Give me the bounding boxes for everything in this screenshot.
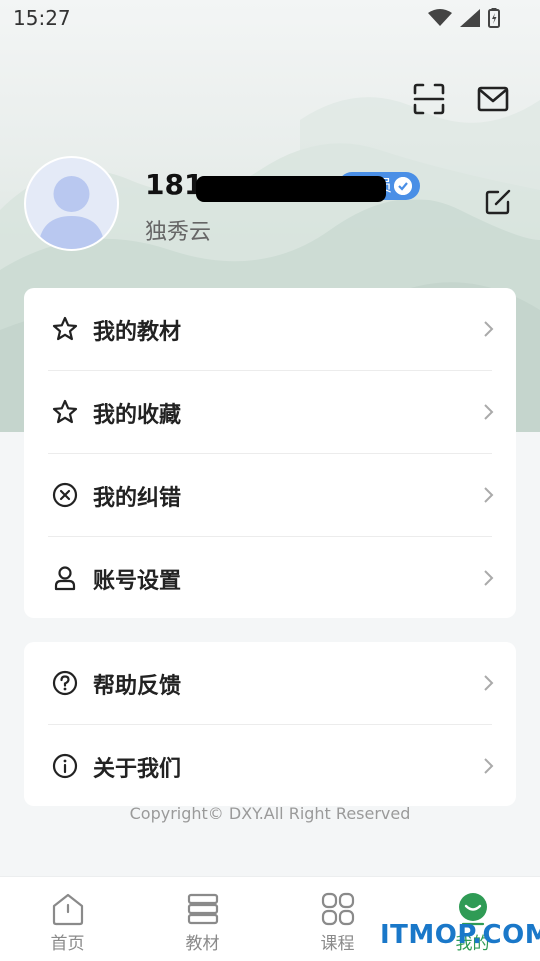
star-icon xyxy=(52,316,78,341)
menu-item-help-feedback[interactable]: 帮助反馈 xyxy=(24,642,516,724)
chevron-right-icon xyxy=(484,758,494,774)
watermark-text: ITMOP.COM xyxy=(380,920,540,950)
menu-item-label: 帮助反馈 xyxy=(93,674,182,699)
tab-textbooks[interactable]: 教材 xyxy=(135,877,270,961)
verified-icon xyxy=(394,177,412,195)
menu-item-label: 关于我们 xyxy=(93,757,182,782)
edit-icon[interactable] xyxy=(484,188,512,216)
menu-item-label: 我的收藏 xyxy=(93,403,182,428)
grid-icon xyxy=(321,892,354,926)
menu-item-my-favorites[interactable]: 我的收藏 xyxy=(24,371,516,453)
organization-name: 独秀云 xyxy=(145,220,212,245)
chevron-right-icon xyxy=(484,487,494,503)
menu-item-account-settings[interactable]: 账号设置 xyxy=(24,537,516,619)
scan-icon[interactable] xyxy=(412,82,446,116)
menu-item-my-corrections[interactable]: 我的纠错 xyxy=(24,454,516,536)
menu-item-my-textbooks[interactable]: 我的教材 xyxy=(24,288,516,370)
mail-icon[interactable] xyxy=(476,82,510,116)
status-icons xyxy=(428,8,500,28)
error-circle-icon xyxy=(52,482,78,508)
menu-item-about-us[interactable]: 关于我们 xyxy=(24,725,516,807)
battery-icon xyxy=(488,8,500,28)
tab-home[interactable]: 首页 xyxy=(0,877,135,961)
redaction-mark xyxy=(196,176,386,202)
menu-card-secondary: 帮助反馈 关于我们 xyxy=(24,642,516,806)
home-icon xyxy=(52,893,83,926)
default-avatar-icon xyxy=(38,176,105,249)
chevron-right-icon xyxy=(484,675,494,691)
wifi-icon xyxy=(428,9,452,26)
help-icon xyxy=(52,670,78,696)
chevron-right-icon xyxy=(484,321,494,337)
menu-item-label: 账号设置 xyxy=(93,569,182,594)
copyright-text: Copyright© DXY.All Right Reserved xyxy=(129,804,411,823)
books-icon xyxy=(187,893,218,925)
status-time: 15:27 xyxy=(13,6,71,30)
signal-icon xyxy=(460,9,480,27)
avatar[interactable] xyxy=(24,156,119,251)
user-id: 181 xyxy=(145,168,204,201)
tab-label: 教材 xyxy=(185,934,220,954)
menu-item-label: 我的纠错 xyxy=(93,486,182,511)
person-icon xyxy=(54,566,76,591)
status-bar: 15:27 xyxy=(0,0,540,36)
menu-card-primary: 我的教材 我的收藏 我的纠错 账号设置 xyxy=(24,288,516,618)
info-icon xyxy=(52,753,78,779)
chevron-right-icon xyxy=(484,404,494,420)
menu-item-label: 我的教材 xyxy=(93,320,182,345)
tab-label: 首页 xyxy=(50,934,85,954)
star-icon xyxy=(52,399,78,424)
chevron-right-icon xyxy=(484,570,494,586)
